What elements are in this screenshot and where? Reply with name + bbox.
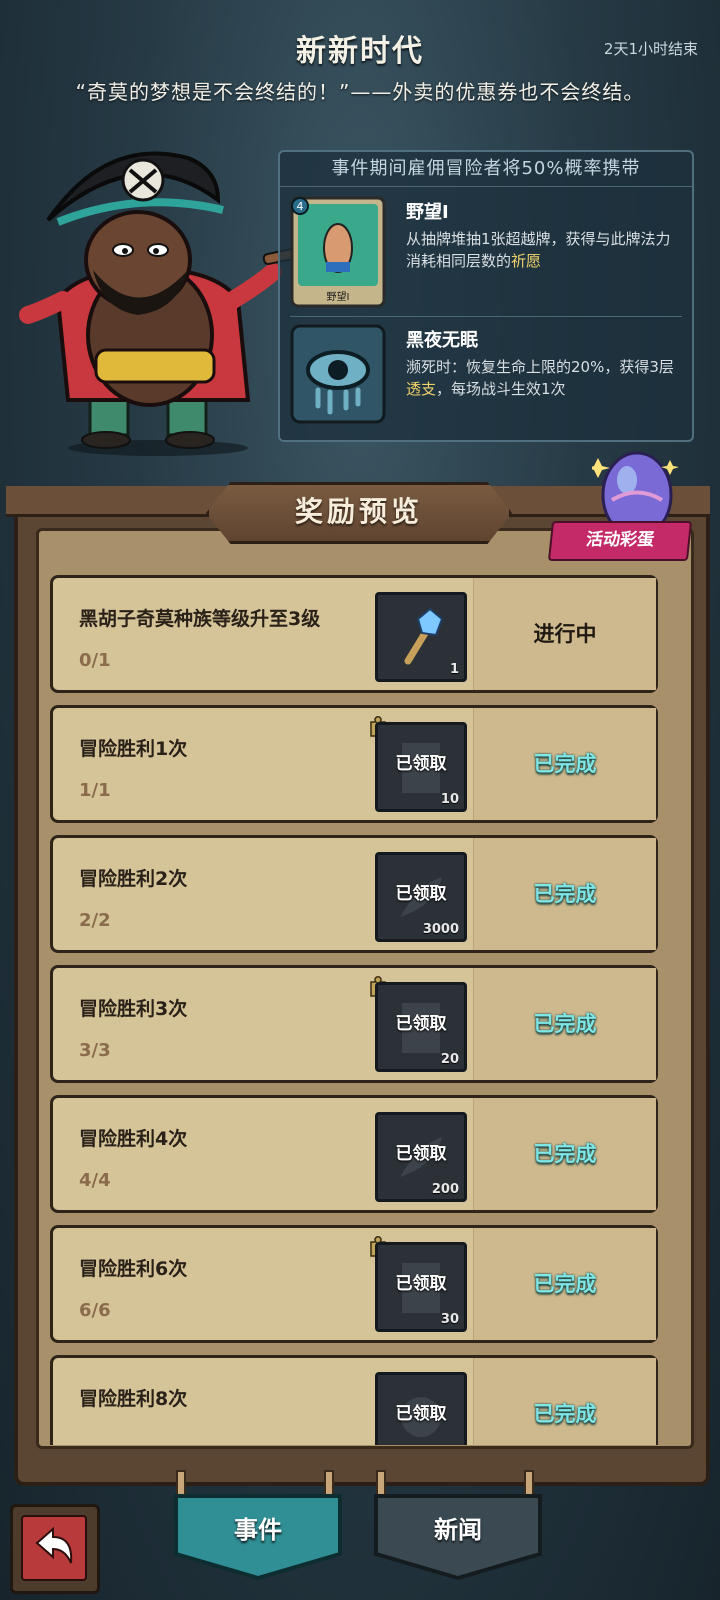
task-status: 已完成 xyxy=(533,1402,597,1426)
event-quote: “奇莫的梦想是不会终结的！”——外卖的优惠券也不会终结。 xyxy=(75,80,645,104)
status-area: 已完成 xyxy=(473,708,656,820)
reward-slot-claimed[interactable]: 已领取 xyxy=(375,1372,467,1445)
task-condition: 冒险胜利3次 xyxy=(79,998,188,1020)
reward-slot-claimed[interactable]: 已领取 30 xyxy=(375,1242,467,1332)
reward-slot[interactable]: 1 xyxy=(375,592,467,682)
task-row[interactable]: 黑胡子奇莫种族等级升至3级 0/1 1 进行中 xyxy=(50,575,658,693)
task-progress: 6/6 xyxy=(79,1300,111,1321)
keyword-overdraft[interactable]: 透支 xyxy=(406,380,436,398)
reward-slot-claimed[interactable]: 已领取 200 xyxy=(375,1112,467,1202)
reward-quantity: 20 xyxy=(440,1052,459,1067)
back-arrow-icon xyxy=(21,1515,87,1581)
task-status: 已完成 xyxy=(533,1272,597,1296)
status-area: 已完成 xyxy=(473,838,656,950)
claimed-label: 已领取 xyxy=(395,754,447,774)
bonus-relic-name: 黑夜无眠 xyxy=(406,330,478,351)
task-row[interactable]: 冒险胜利1次 1/1 已领取 10 已完成 xyxy=(50,705,658,823)
reward-quantity: 10 xyxy=(440,792,459,807)
reward-slot-claimed[interactable]: 已领取 10 xyxy=(375,722,467,812)
reward-quantity: 1 xyxy=(449,662,459,677)
bonus-panel: 事件期间雇佣冒险者将50%概率携带 4 野望Ⅰ 野望Ⅰ 从抽牌堆抽1张超越牌，获… xyxy=(278,150,694,442)
task-status: 已完成 xyxy=(533,752,597,776)
task-status: 进行中 xyxy=(533,622,597,646)
sleepless-eye-icon[interactable] xyxy=(290,324,386,424)
claimed-label: 已领取 xyxy=(395,1404,447,1424)
status-area: 已完成 xyxy=(473,1098,656,1210)
svg-text:野望Ⅰ: 野望Ⅰ xyxy=(327,290,350,303)
task-row[interactable]: 冒险胜利2次 2/2 已领取 3000 已完成 xyxy=(50,835,658,953)
tab-event-label: 事件 xyxy=(234,1516,282,1544)
bonus-relic-desc: 濒死时：恢复生命上限的20%，获得3层透支，每场战斗生效1次 xyxy=(406,358,674,398)
task-row[interactable]: 冒险胜利3次 3/3 已领取 20 已完成 xyxy=(50,965,658,1083)
task-row[interactable]: 冒险胜利4次 4/4 已领取 200 已完成 xyxy=(50,1095,658,1213)
reward-quantity: 30 xyxy=(440,1312,459,1327)
task-progress: 3/3 xyxy=(79,1040,111,1061)
reward-slot-claimed[interactable]: 已领取 3000 xyxy=(375,852,467,942)
svg-text:4: 4 xyxy=(297,200,304,213)
status-area: 进行中 xyxy=(473,578,656,690)
claimed-label: 已领取 xyxy=(395,1014,447,1034)
status-area: 已完成 xyxy=(473,968,656,1080)
tab-event[interactable]: 事件 xyxy=(172,1492,344,1582)
event-countdown: 2天1小时结束 xyxy=(603,40,698,58)
task-list[interactable]: 黑胡子奇莫种族等级升至3级 0/1 1 进行中 冒险胜利1次 1/1 已领取 1… xyxy=(50,575,662,1445)
bonus-divider xyxy=(290,316,682,317)
reward-slot-claimed[interactable]: 已领取 20 xyxy=(375,982,467,1072)
claimed-label: 已领取 xyxy=(395,1144,447,1164)
back-button[interactable] xyxy=(10,1504,100,1594)
task-condition: 冒险胜利1次 xyxy=(79,738,188,760)
reward-quantity: 200 xyxy=(431,1182,459,1197)
bonus-heading: 事件期间雇佣冒险者将50%概率携带 xyxy=(280,152,692,187)
claimed-label: 已领取 xyxy=(395,884,447,904)
pirate-character-illustration xyxy=(19,151,298,456)
tab-news[interactable]: 新闻 xyxy=(372,1492,544,1582)
easter-egg-label[interactable]: 活动彩蛋 xyxy=(547,521,693,561)
task-condition: 黑胡子奇莫种族等级升至3级 xyxy=(79,608,321,630)
keyword-pray[interactable]: 祈愿 xyxy=(511,252,541,270)
task-progress: 4/4 xyxy=(79,1170,111,1191)
bonus-card-desc: 从抽牌堆抽1张超越牌，获得与此牌法力消耗相同层数的祈愿 xyxy=(406,230,671,270)
task-progress: 0/1 xyxy=(79,650,111,671)
reward-preview-title: 奖励预览 xyxy=(206,482,512,544)
task-progress: 2/2 xyxy=(79,910,111,931)
task-condition: 冒险胜利8次 xyxy=(79,1388,188,1410)
status-area: 已完成 xyxy=(473,1228,656,1340)
reward-quantity: 3000 xyxy=(422,922,459,937)
tab-news-label: 新闻 xyxy=(434,1516,482,1544)
task-status: 已完成 xyxy=(533,1142,597,1166)
task-progress: 1/1 xyxy=(79,780,111,801)
status-area: 已完成 xyxy=(473,1358,656,1445)
claimed-label: 已领取 xyxy=(395,1274,447,1294)
task-condition: 冒险胜利2次 xyxy=(79,868,188,890)
task-row[interactable]: 冒险胜利6次 6/6 已领取 30 已完成 xyxy=(50,1225,658,1343)
task-status: 已完成 xyxy=(533,1012,597,1036)
task-condition: 冒险胜利6次 xyxy=(79,1258,188,1280)
task-status: 已完成 xyxy=(533,882,597,906)
ambition-card-thumbnail[interactable]: 4 野望Ⅰ xyxy=(290,196,386,308)
bonus-card-name: 野望Ⅰ xyxy=(406,202,449,223)
task-row[interactable]: 冒险胜利8次 已领取 已完成 xyxy=(50,1355,658,1445)
task-condition: 冒险胜利4次 xyxy=(79,1128,188,1150)
